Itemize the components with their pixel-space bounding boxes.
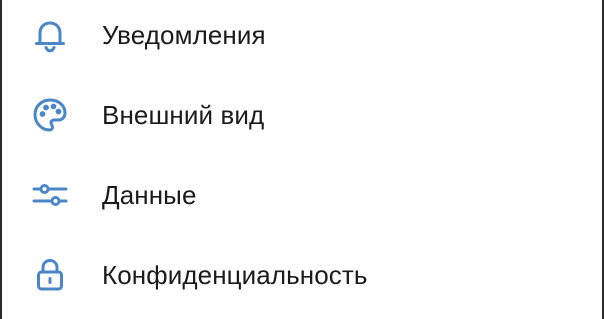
settings-item-label: Данные: [102, 179, 197, 210]
lock-icon: [30, 255, 70, 295]
sliders-icon: [30, 175, 70, 215]
bell-icon: [30, 15, 70, 55]
settings-item-appearance[interactable]: Внешний вид: [2, 75, 602, 155]
settings-item-label: Уведомления: [102, 19, 266, 50]
settings-item-data[interactable]: Данные: [2, 155, 602, 235]
settings-item-label: Внешний вид: [102, 99, 265, 130]
settings-list: Уведомления Внешний вид Данные Конфиденц…: [2, 0, 602, 319]
palette-icon: [30, 95, 70, 135]
settings-item-privacy[interactable]: Конфиденциальность: [2, 235, 602, 315]
settings-item-notifications[interactable]: Уведомления: [2, 0, 602, 75]
settings-item-label: Конфиденциальность: [102, 259, 368, 290]
